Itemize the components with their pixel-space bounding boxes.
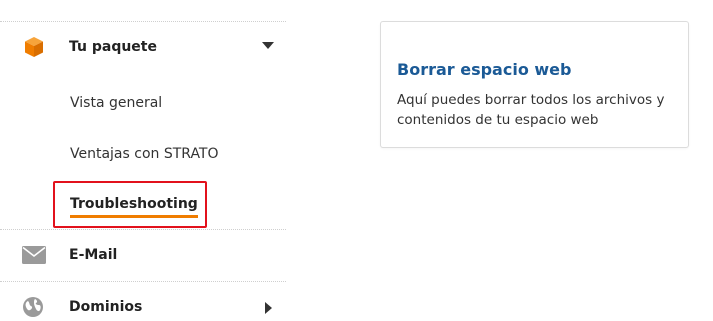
divider xyxy=(0,21,286,22)
subnav-vista-general[interactable]: Vista general xyxy=(70,95,162,111)
borrar-espacio-web-card[interactable]: Borrar espacio web Aquí puedes borrar to… xyxy=(380,21,689,148)
subnav-ventajas-strato[interactable]: Ventajas con STRATO xyxy=(70,146,219,162)
nav-tu-paquete[interactable]: Tu paquete xyxy=(0,24,286,70)
nav-tu-paquete-label: Tu paquete xyxy=(69,39,157,55)
package-icon xyxy=(25,37,43,57)
subnav-troubleshooting[interactable]: Troubleshooting xyxy=(70,196,198,218)
chevron-down-icon[interactable] xyxy=(262,42,274,49)
envelope-icon xyxy=(22,246,46,264)
chevron-right-icon[interactable] xyxy=(265,302,272,314)
card-description: Aquí puedes borrar todos los archivos y … xyxy=(397,92,665,128)
globe-icon xyxy=(23,297,43,317)
sidebar: Tu paquete Vista general Ventajas con ST… xyxy=(0,0,286,321)
card-title[interactable]: Borrar espacio web xyxy=(397,60,571,79)
nav-dominios[interactable]: Dominios xyxy=(0,284,286,321)
nav-email[interactable]: E-Mail xyxy=(0,232,286,278)
nav-dominios-label: Dominios xyxy=(69,299,143,315)
divider xyxy=(0,229,286,230)
page: Tu paquete Vista general Ventajas con ST… xyxy=(0,0,713,321)
nav-email-label: E-Mail xyxy=(69,247,118,263)
divider xyxy=(0,281,286,282)
